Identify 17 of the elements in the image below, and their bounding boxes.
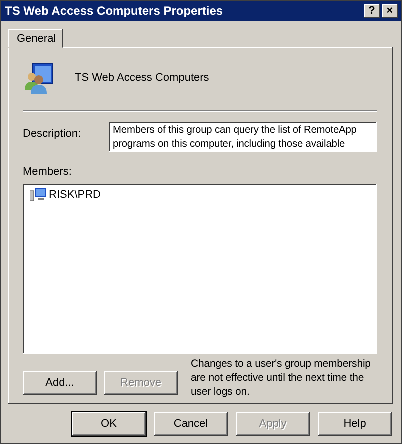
close-button[interactable]: × — [382, 4, 398, 18]
members-label: Members: — [23, 166, 73, 178]
dialog-button[interactable]: Help — [318, 412, 392, 436]
description-label: Description: — [23, 127, 82, 142]
note-text: Changes to a user's group membership are not effective until the next time the user logs on. — [191, 357, 372, 399]
add-button[interactable]: Add... — [23, 371, 97, 395]
member-item[interactable]: RISK\PRD — [49, 189, 101, 201]
tab[interactable]: General — [8, 29, 64, 48]
dialog-button[interactable]: OK — [72, 412, 146, 436]
group-icon — [23, 62, 55, 94]
computer-icon — [30, 188, 46, 202]
group-name: TS Web Access Computers — [75, 72, 210, 84]
window-title: TS Web Access Computers Properties — [5, 4, 224, 18]
dialog-button[interactable]: Cancel — [154, 412, 228, 436]
members-list[interactable]: RISK\PRD — [23, 184, 377, 354]
help-button[interactable]: ? — [364, 4, 380, 18]
description-field[interactable]: Members of this group can query the list of RemoteApp programs on this computer, including those available — [109, 122, 377, 152]
